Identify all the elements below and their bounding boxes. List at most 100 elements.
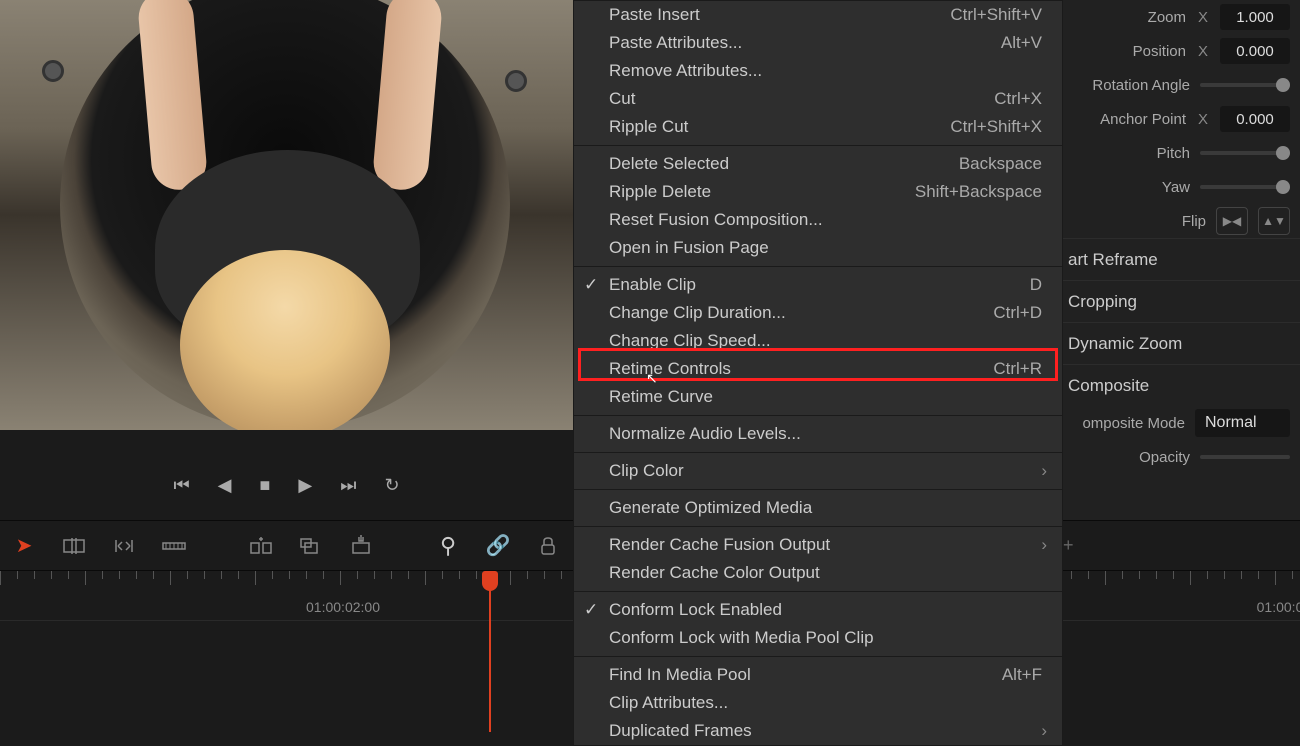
- menu-item-generate-optimized-media[interactable]: Generate Optimized Media: [574, 494, 1062, 522]
- flip-label: Flip: [1063, 213, 1206, 230]
- zoom-x-input[interactable]: 1.000: [1220, 4, 1290, 30]
- menu-item-label: Ripple Cut: [609, 117, 950, 137]
- replace-clip-icon[interactable]: [347, 532, 375, 560]
- menu-item-label: Enable Clip: [609, 275, 1030, 295]
- menu-shortcut: D: [1030, 275, 1062, 295]
- rotation-label: Rotation Angle: [1063, 77, 1190, 94]
- menu-item-label: Retime Curve: [609, 387, 1062, 407]
- menu-item-clip-attributes[interactable]: Clip Attributes...: [574, 689, 1062, 717]
- stop-button[interactable]: ■: [260, 475, 271, 496]
- composite-mode-dropdown[interactable]: Normal: [1195, 409, 1290, 437]
- playhead[interactable]: [489, 574, 491, 732]
- submenu-arrow-icon: ›: [1041, 535, 1047, 555]
- smart-reframe-section[interactable]: art Reframe: [1063, 238, 1300, 280]
- menu-item-label: Render Cache Color Output: [609, 563, 1062, 583]
- menu-shortcut: Ctrl+D: [993, 303, 1062, 323]
- menu-item-normalize-audio-levels[interactable]: Normalize Audio Levels...: [574, 420, 1062, 448]
- menu-item-open-in-fusion-page[interactable]: Open in Fusion Page: [574, 234, 1062, 262]
- play-button[interactable]: ▶: [298, 475, 312, 496]
- menu-item-label: Remove Attributes...: [609, 61, 1062, 81]
- rotation-slider[interactable]: [1200, 83, 1290, 87]
- menu-item-conform-lock-with-media-pool-clip[interactable]: Conform Lock with Media Pool Clip: [574, 624, 1062, 652]
- slider-knob[interactable]: [1276, 78, 1290, 92]
- snap-icon[interactable]: ⚲: [434, 532, 462, 560]
- menu-item-label: Paste Attributes...: [609, 33, 1001, 53]
- preview-content: [42, 60, 64, 82]
- last-frame-button[interactable]: ⏭: [340, 475, 356, 496]
- menu-item-label: Normalize Audio Levels...: [609, 424, 1062, 444]
- menu-item-change-clip-speed[interactable]: Change Clip Speed...: [574, 327, 1062, 355]
- menu-item-cut[interactable]: CutCtrl+X: [574, 85, 1062, 113]
- prev-frame-button[interactable]: ◀: [218, 475, 232, 496]
- trim-edit-icon[interactable]: [110, 532, 138, 560]
- menu-item-paste-insert[interactable]: Paste InsertCtrl+Shift+V: [574, 1, 1062, 29]
- menu-shortcut: Alt+F: [1002, 665, 1062, 685]
- position-label: Position: [1063, 43, 1186, 60]
- flip-horizontal-button[interactable]: ▶◀: [1216, 207, 1248, 235]
- menu-item-label: Cut: [609, 89, 994, 109]
- timecode-label: 01:00:02:00: [306, 599, 380, 615]
- menu-item-label: Generate Optimized Media: [609, 498, 1062, 518]
- first-frame-button[interactable]: ⏮: [173, 475, 189, 496]
- menu-item-remove-attributes[interactable]: Remove Attributes...: [574, 57, 1062, 85]
- selection-tool-icon[interactable]: ➤: [10, 532, 38, 560]
- video-preview: [0, 0, 573, 430]
- dynamic-zoom-section[interactable]: Dynamic Zoom: [1063, 322, 1300, 364]
- menu-shortcut: Ctrl+Shift+V: [950, 5, 1062, 25]
- menu-item-retime-controls[interactable]: Retime ControlsCtrl+R: [574, 355, 1062, 383]
- position-x-input[interactable]: 0.000: [1220, 38, 1290, 64]
- menu-shortcut: Ctrl+X: [994, 89, 1062, 109]
- menu-item-label: Ripple Delete: [609, 182, 915, 202]
- yaw-slider[interactable]: [1200, 185, 1290, 189]
- menu-item-conform-lock-enabled[interactable]: ✓Conform Lock Enabled: [574, 596, 1062, 624]
- pitch-slider[interactable]: [1200, 151, 1290, 155]
- slider-knob[interactable]: [1276, 180, 1290, 194]
- menu-item-label: Paste Insert: [609, 5, 950, 25]
- submenu-arrow-icon: ›: [1041, 721, 1047, 741]
- menu-item-ripple-delete[interactable]: Ripple DeleteShift+Backspace: [574, 178, 1062, 206]
- check-icon: ✓: [584, 600, 598, 620]
- cropping-section[interactable]: Cropping: [1063, 280, 1300, 322]
- flip-vertical-button[interactable]: ▲▼: [1258, 207, 1290, 235]
- menu-item-reset-fusion-composition[interactable]: Reset Fusion Composition...: [574, 206, 1062, 234]
- lock-icon[interactable]: [534, 532, 562, 560]
- menu-item-label: Change Clip Duration...: [609, 303, 993, 323]
- overwrite-clip-icon[interactable]: [297, 532, 325, 560]
- menu-item-paste-attributes[interactable]: Paste Attributes...Alt+V: [574, 29, 1062, 57]
- menu-item-render-cache-color-output[interactable]: Render Cache Color Output: [574, 559, 1062, 587]
- menu-item-clip-color[interactable]: Clip Color›: [574, 457, 1062, 485]
- timecode-label: 01:00:0: [1257, 599, 1300, 615]
- submenu-arrow-icon: ›: [1041, 461, 1047, 481]
- razor-icon[interactable]: [160, 532, 188, 560]
- loop-button[interactable]: ↻: [384, 475, 399, 496]
- composite-section[interactable]: Composite: [1063, 364, 1300, 406]
- menu-item-retime-curve[interactable]: Retime Curve: [574, 383, 1062, 411]
- menu-item-label: Open in Fusion Page: [609, 238, 1062, 258]
- menu-item-enable-clip[interactable]: ✓ Enable ClipD: [574, 271, 1062, 299]
- anchor-x-input[interactable]: 0.000: [1220, 106, 1290, 132]
- menu-item-label: Clip Attributes...: [609, 693, 1062, 713]
- composite-mode-label: omposite Mode: [1063, 415, 1185, 432]
- opacity-slider[interactable]: [1200, 455, 1290, 459]
- inspector-panel: Zoom X 1.000 Position X 0.000 Rotation A…: [1063, 0, 1300, 520]
- menu-item-change-clip-duration[interactable]: Change Clip Duration...Ctrl+D: [574, 299, 1062, 327]
- blade-edit-icon[interactable]: [60, 532, 88, 560]
- slider-knob[interactable]: [1276, 146, 1290, 160]
- axis-label: X: [1196, 43, 1210, 60]
- preview-content: [505, 70, 527, 92]
- check-icon: ✓: [584, 275, 598, 295]
- menu-item-label: Find In Media Pool: [609, 665, 1002, 685]
- playhead-handle[interactable]: [482, 571, 498, 591]
- menu-item-delete-selected[interactable]: Delete SelectedBackspace: [574, 150, 1062, 178]
- link-icon[interactable]: 🔗: [484, 532, 512, 560]
- menu-item-render-cache-fusion-output[interactable]: Render Cache Fusion Output›: [574, 531, 1062, 559]
- add-track-icon[interactable]: +: [1063, 535, 1074, 556]
- menu-item-duplicated-frames[interactable]: Duplicated Frames›: [574, 717, 1062, 745]
- menu-item-find-in-media-pool[interactable]: Find In Media PoolAlt+F: [574, 661, 1062, 689]
- anchor-label: Anchor Point: [1063, 111, 1186, 128]
- pitch-label: Pitch: [1063, 145, 1190, 162]
- insert-clip-icon[interactable]: [247, 532, 275, 560]
- menu-shortcut: Ctrl+R: [993, 359, 1062, 379]
- menu-shortcut: Ctrl+Shift+X: [950, 117, 1062, 137]
- menu-item-ripple-cut[interactable]: Ripple CutCtrl+Shift+X: [574, 113, 1062, 141]
